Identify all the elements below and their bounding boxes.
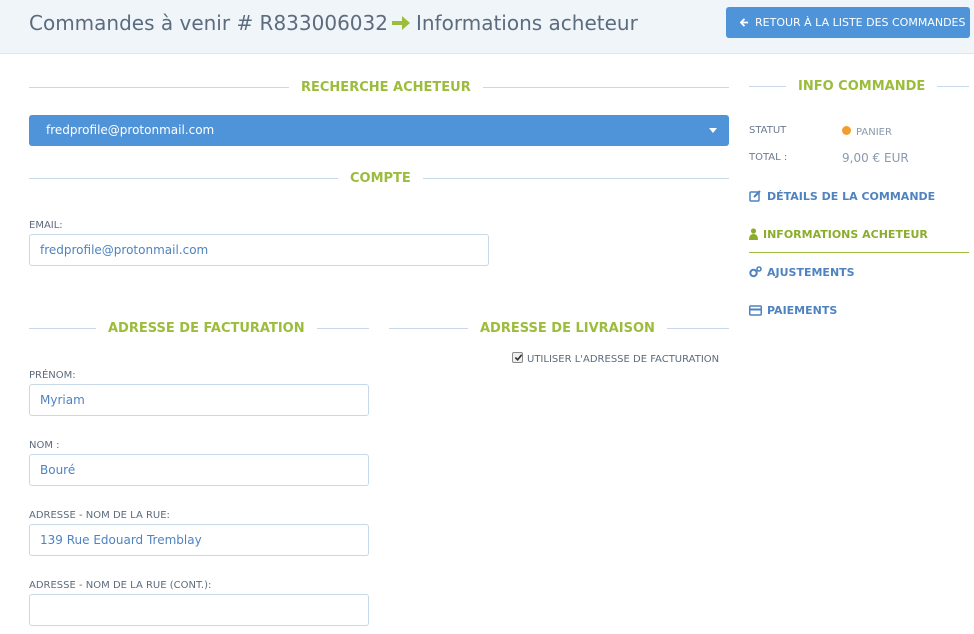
arrow-right-icon — [391, 16, 410, 30]
use-billing-address-option[interactable]: UTILISER L'ADRESSE DE FACTURATION — [512, 352, 719, 365]
section-title-billing: ADRESSE DE FACTURATION — [96, 321, 317, 337]
arrow-left-icon — [739, 18, 749, 27]
street-field[interactable]: 139 Rue Edouard Tremblay — [29, 524, 369, 556]
street2-label: ADRESSE - NOM DE LA RUE (CONT.): — [29, 580, 212, 591]
credit-card-icon — [749, 305, 762, 316]
nav-payments-label: PAIEMENTS — [767, 304, 838, 317]
checkmark-icon — [514, 354, 523, 361]
page-header: Commandes à venir # R833006032 Informatio… — [0, 0, 974, 54]
total-value: 9,00 € EUR — [842, 151, 909, 165]
user-icon — [749, 228, 758, 240]
page-title-orders: Commandes à venir # R833006032 — [29, 11, 388, 35]
nav-payments[interactable]: PAIEMENTS — [749, 304, 837, 318]
active-nav-underline — [749, 252, 969, 253]
section-title-customer-search: RECHERCHE ACHETEUR — [289, 80, 483, 96]
customer-search-value: fredprofile@protonmail.com — [46, 123, 215, 137]
total-value-row: 9,00 € EUR — [842, 151, 909, 165]
nav-adjustments[interactable]: AJUSTEMENTS — [749, 266, 855, 280]
chevron-down-icon — [709, 128, 717, 133]
nav-customer-details-label: INFORMATIONS ACHETEUR — [763, 228, 928, 241]
firstname-label: PRÉNOM: — [29, 370, 76, 381]
nav-customer-details[interactable]: INFORMATIONS ACHETEUR — [749, 228, 928, 242]
nav-adjustments-label: AJUSTEMENTS — [767, 266, 855, 279]
status-label: STATUT — [749, 125, 787, 136]
lastname-field[interactable]: Bouré — [29, 454, 369, 486]
firstname-field[interactable]: Myriam — [29, 384, 369, 416]
use-billing-checkbox[interactable] — [512, 352, 523, 363]
email-field[interactable]: fredprofile@protonmail.com — [29, 234, 489, 266]
customer-search-select[interactable]: fredprofile@protonmail.com — [29, 115, 729, 146]
status-row: STATUT — [749, 125, 786, 136]
street2-field[interactable] — [29, 594, 369, 626]
back-to-orders-button[interactable]: RETOUR À LA LISTE DES COMMANDES — [726, 7, 970, 38]
lastname-label: NOM : — [29, 440, 60, 451]
nav-order-details[interactable]: DÉTAILS DE LA COMMANDE — [749, 190, 935, 204]
section-title-order-info: INFO COMMANDE — [786, 79, 938, 95]
page-title-section: Informations acheteur — [415, 11, 638, 35]
total-row: TOTAL : — [749, 152, 787, 163]
back-button-label: RETOUR À LA LISTE DES COMMANDES — [755, 16, 966, 29]
status-badge: PANIER — [856, 127, 892, 138]
section-title-account: COMPTE — [338, 171, 423, 187]
total-label: TOTAL : — [749, 152, 788, 163]
edit-icon — [749, 190, 761, 202]
gears-icon — [749, 266, 762, 278]
email-label: EMAIL: — [29, 220, 63, 231]
status-dot-icon — [842, 126, 851, 135]
section-title-shipping: ADRESSE DE LIVRAISON — [468, 321, 667, 337]
status-value-row: PANIER — [842, 126, 892, 138]
nav-order-details-label: DÉTAILS DE LA COMMANDE — [767, 190, 936, 203]
street-label: ADRESSE - NOM DE LA RUE: — [29, 510, 170, 521]
use-billing-label: UTILISER L'ADRESSE DE FACTURATION — [527, 354, 720, 365]
page-title: Commandes à venir # R833006032 Informatio… — [29, 10, 638, 36]
